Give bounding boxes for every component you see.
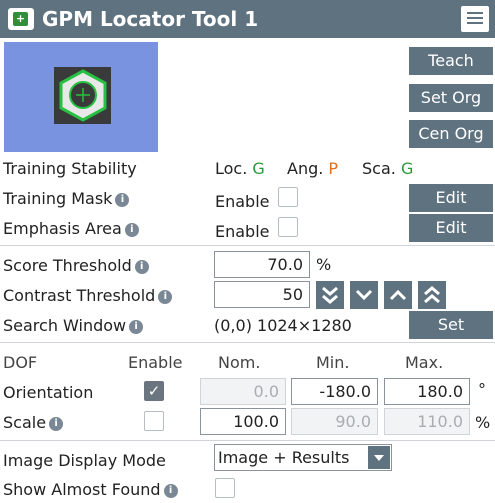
score-threshold-label: Score Threshold [3, 256, 132, 275]
menu-button[interactable] [461, 6, 489, 32]
mask-enable-label: Enable [215, 192, 270, 211]
divider [0, 245, 495, 246]
show-almost-found-row: Show Almost Found i [3, 480, 178, 499]
orientation-nom-input: 0.0 [200, 378, 286, 405]
contrast-threshold-input[interactable]: 50 [214, 281, 310, 308]
enable-header: Enable [128, 353, 183, 372]
chevron-down-icon[interactable] [350, 281, 378, 309]
orientation-enable-checkbox[interactable]: ✓ [144, 381, 164, 401]
sca-label: Sca. [362, 159, 396, 178]
emphasis-enable-checkbox[interactable] [278, 217, 298, 237]
dropdown-arrow-icon [368, 446, 390, 469]
info-icon[interactable]: i [134, 260, 149, 274]
contrast-threshold-label: Contrast Threshold [3, 286, 156, 305]
sca-stability: Sca. G [362, 159, 413, 178]
sca-value: G [400, 159, 414, 178]
max-header: Max. [405, 353, 444, 372]
score-threshold-input[interactable]: 70.0 [214, 251, 310, 278]
scale-max-input: 110.0 [384, 408, 470, 435]
ang-label: Ang. [287, 159, 324, 178]
degree-unit: ° [478, 380, 486, 399]
scale-enable-checkbox[interactable] [144, 411, 164, 431]
locator-tool-icon: + [8, 8, 34, 30]
edit-mask-button[interactable]: Edit [409, 184, 493, 212]
scale-min-input: 90.0 [291, 408, 378, 435]
search-window-label: Search Window [3, 316, 127, 335]
set-org-button[interactable]: Set Org [409, 84, 493, 112]
info-icon[interactable]: i [163, 484, 178, 498]
nom-header: Nom. [218, 353, 261, 372]
training-stability-label: Training Stability [3, 159, 137, 178]
divider [0, 440, 495, 441]
cen-org-button[interactable]: Cen Org [409, 120, 493, 148]
pattern-preview [4, 42, 158, 152]
min-header: Min. [316, 353, 350, 372]
loc-stability: Loc. G [215, 159, 265, 178]
score-threshold-row: Score Threshold i [3, 256, 149, 275]
image-display-mode-value: Image + Results [218, 448, 350, 467]
image-display-mode-select[interactable]: Image + Results [214, 444, 392, 471]
info-icon[interactable]: i [124, 223, 139, 237]
dof-header: DOF [3, 353, 38, 372]
emphasis-area-label: Emphasis Area [3, 219, 122, 238]
info-icon[interactable]: i [158, 290, 173, 304]
teach-button[interactable]: Teach [409, 47, 493, 75]
chevron-up-icon[interactable] [384, 281, 412, 309]
show-almost-found-checkbox[interactable] [215, 478, 235, 498]
info-icon[interactable]: i [115, 193, 130, 207]
loc-label: Loc. [215, 159, 248, 178]
window-title: GPM Locator Tool 1 [42, 7, 259, 31]
orientation-min-input[interactable]: -180.0 [291, 378, 378, 405]
contrast-threshold-row: Contrast Threshold i [3, 286, 173, 305]
hex-pattern-image [54, 67, 111, 124]
score-unit: % [316, 255, 332, 274]
search-window-value: (0,0) 1024×1280 [214, 316, 352, 335]
set-window-button[interactable]: Set [409, 311, 493, 339]
search-window-row: Search Window i [3, 316, 144, 335]
scale-row: Scale i [3, 413, 64, 432]
double-chevron-up-icon[interactable] [418, 281, 446, 309]
info-icon[interactable]: i [49, 417, 64, 431]
edit-emphasis-button[interactable]: Edit [409, 214, 493, 242]
ang-stability: Ang. P [287, 159, 338, 178]
training-mask-label: Training Mask [3, 189, 113, 208]
orientation-max-input[interactable]: 180.0 [384, 378, 470, 405]
title-bar: + GPM Locator Tool 1 [0, 0, 495, 38]
image-display-mode-label: Image Display Mode [3, 451, 166, 470]
loc-value: G [252, 159, 265, 178]
training-mask-row: Training Mask i [3, 189, 130, 208]
divider [0, 342, 495, 343]
mask-enable-checkbox[interactable] [278, 187, 298, 207]
scale-nom-input[interactable]: 100.0 [200, 408, 286, 435]
orientation-label: Orientation [3, 383, 94, 402]
info-icon[interactable]: i [129, 320, 144, 334]
emphasis-enable-label: Enable [215, 222, 270, 241]
emphasis-area-row: Emphasis Area i [3, 219, 139, 238]
percent-unit: % [475, 413, 491, 432]
double-chevron-down-icon[interactable] [316, 281, 344, 309]
scale-label: Scale [3, 413, 47, 432]
ang-value: P [328, 159, 339, 178]
show-almost-found-label: Show Almost Found [3, 480, 161, 499]
